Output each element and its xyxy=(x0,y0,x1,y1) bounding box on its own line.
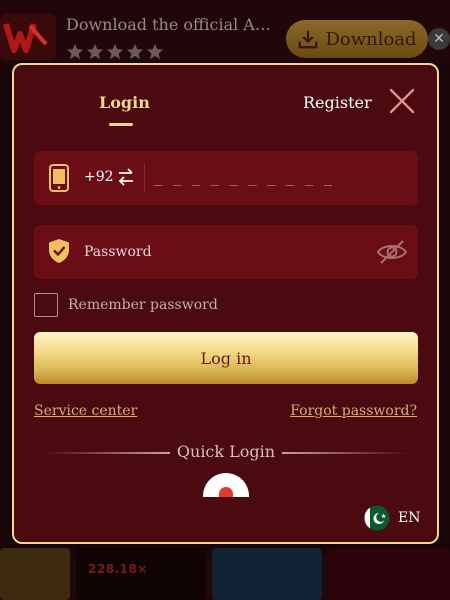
star-icon xyxy=(126,43,144,61)
phone-icon xyxy=(49,164,69,192)
tab-login[interactable]: Login xyxy=(99,93,150,112)
app-logo xyxy=(0,14,56,60)
eye-off-icon[interactable] xyxy=(376,238,408,266)
service-center-link[interactable]: Service center xyxy=(34,403,137,419)
remember-password-checkbox[interactable] xyxy=(34,293,58,317)
tab-register[interactable]: Register xyxy=(303,93,372,112)
app-download-banner: Download the official APP t... Download … xyxy=(0,0,450,64)
phone-field: +92 xyxy=(34,151,418,205)
field-divider xyxy=(144,164,145,192)
google-login-button[interactable] xyxy=(203,473,249,497)
download-icon xyxy=(299,30,318,49)
login-modal: Login Register +92 _ _ _ _ _ _ _ _ _ _ R… xyxy=(12,63,439,544)
swap-arrows-icon[interactable] xyxy=(118,168,134,186)
login-button[interactable]: Log in xyxy=(34,332,418,384)
star-icon xyxy=(146,43,164,61)
divider-line xyxy=(282,452,408,454)
password-field xyxy=(34,225,418,279)
remember-password-label[interactable]: Remember password xyxy=(68,297,218,313)
language-selector[interactable]: EN xyxy=(364,505,420,531)
download-button-label: Download xyxy=(325,28,417,50)
star-icon xyxy=(106,43,124,61)
shield-check-icon xyxy=(49,239,69,263)
active-tab-indicator xyxy=(109,123,133,126)
star-icon xyxy=(66,43,84,61)
google-icon xyxy=(203,473,249,497)
language-code[interactable]: EN xyxy=(398,510,420,526)
close-icon[interactable] xyxy=(388,87,416,115)
password-input[interactable] xyxy=(84,239,364,265)
app-banner-title: Download the official APP t... xyxy=(66,15,281,34)
close-banner-button[interactable]: ✕ xyxy=(428,28,450,50)
download-app-button[interactable]: Download xyxy=(286,20,428,58)
phone-input[interactable] xyxy=(154,165,404,191)
quick-login-divider: Quick Login xyxy=(44,440,408,464)
app-rating-stars xyxy=(66,43,164,61)
forgot-password-link[interactable]: Forgot password? xyxy=(290,403,417,419)
country-code-selector[interactable]: +92 xyxy=(84,169,114,185)
star-icon xyxy=(86,43,104,61)
remember-password-row[interactable]: Remember password xyxy=(34,293,218,317)
pakistan-flag-icon xyxy=(364,505,390,531)
